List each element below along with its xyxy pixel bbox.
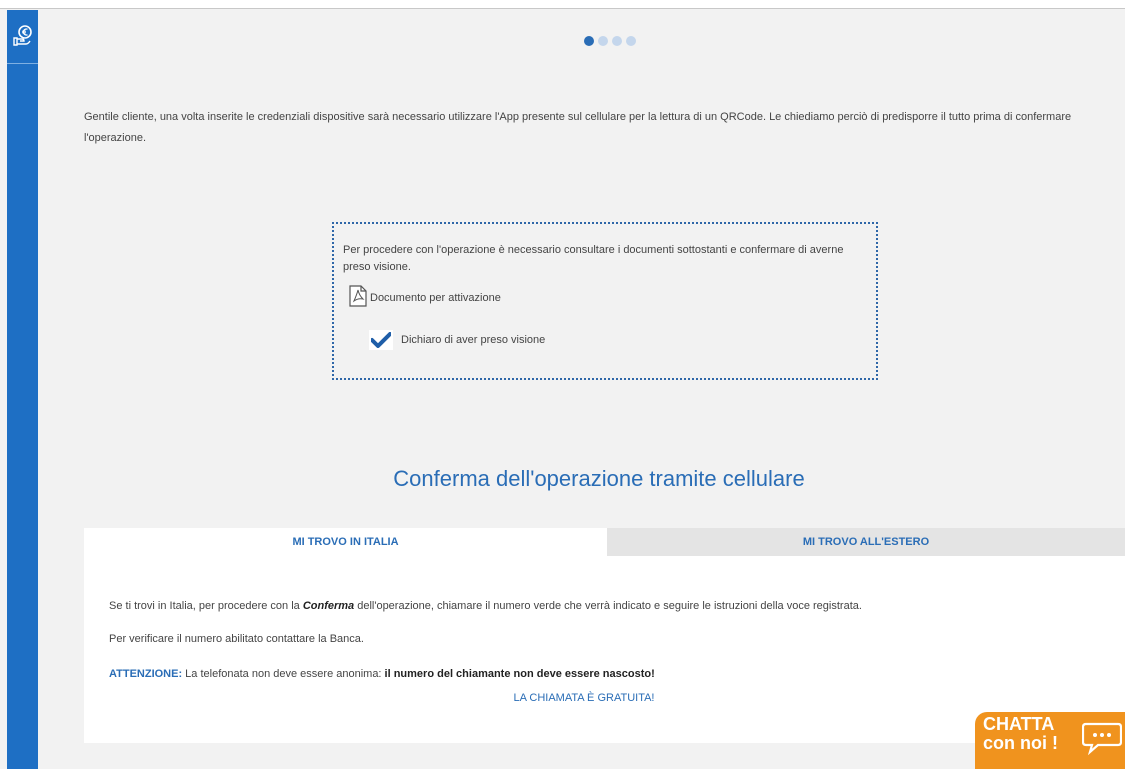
top-border [0,0,1125,9]
documents-box: Per procedere con l'operazione è necessa… [332,222,878,380]
conferma-emphasis: Conferma [302,600,355,612]
section-heading: Conferma dell'operazione tramite cellula… [393,466,805,491]
step-dot-2 [598,36,608,46]
verify-number-text: Per verificare il numero abilitato conta… [109,633,364,645]
intro-text: Gentile cliente, una volta inserite le c… [84,111,1072,144]
sidebar [7,10,38,769]
confirm-read-checkbox[interactable]: Dichiaro di aver preso visione [369,330,545,350]
checkmark-icon[interactable] [369,330,393,350]
euro-hand-icon[interactable] [7,24,38,62]
documents-instruction: Per procedere con l'operazione è necessa… [343,244,844,273]
tab-italia[interactable]: MI TROVO IN ITALIA [84,528,607,556]
tab-estero[interactable]: MI TROVO ALL'ESTERO [607,528,1125,556]
sidebar-divider [7,63,38,64]
document-link-label: Documento per attivazione [370,292,501,304]
italia-instruction: Se ti trovi in Italia, per procedere con… [109,600,862,612]
attention-label: ATTENZIONE: [109,668,183,680]
chat-bubble-icon [1081,720,1123,761]
checkbox-label: Dichiaro di aver preso visione [401,334,546,346]
free-call-text: LA CHIAMATA È GRATUITA! [513,692,655,704]
page: Gentile cliente, una volta inserite le c… [0,0,1125,769]
attention-strong: il numero del chiamante non deve essere … [384,668,655,680]
chat-label-line1: CHATTA [983,714,1055,734]
confirm-panel: MI TROVO IN ITALIA MI TROVO ALL'ESTERO S… [84,528,1125,743]
step-dot-1 [584,36,594,46]
chat-button[interactable]: CHATTA con noi ! [975,712,1125,769]
step-progress-dots [584,36,636,46]
attention-text: ATTENZIONE: La telefonata non deve esser… [109,668,655,680]
chat-label-line2: con noi ! [983,733,1058,753]
step-dot-3 [612,36,622,46]
step-dot-4 [626,36,636,46]
document-activation-link[interactable]: Documento per attivazione [348,284,501,312]
pdf-document-icon [348,284,368,312]
